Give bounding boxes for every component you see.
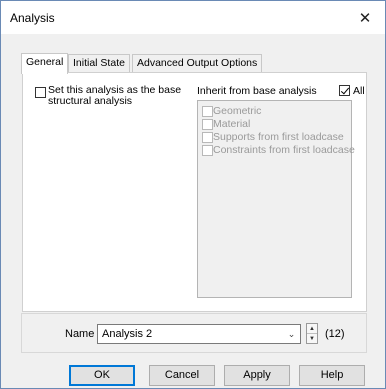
dropdown-arrow[interactable]: ⌄: [283, 325, 300, 343]
constraints-checkbox[interactable]: [202, 145, 213, 156]
inherit-label: Inherit from base analysis: [197, 85, 317, 97]
geometric-label: Geometric: [213, 105, 262, 117]
constraints-label: Constraints from first loadcase: [213, 144, 355, 156]
material-label: Material: [213, 118, 251, 130]
inherit-options-box: Geometric Material Supports from first l…: [197, 100, 355, 298]
all-label: All: [353, 85, 365, 97]
chevron-down-icon: ⌄: [287, 328, 296, 339]
base-analysis-label-line2: structural analysis: [48, 95, 133, 107]
geometric-checkbox[interactable]: [202, 106, 213, 117]
supports-checkbox[interactable]: [202, 132, 213, 143]
tab-advanced-output-options[interactable]: Advanced Output Options: [132, 54, 263, 73]
ok-button[interactable]: OK: [69, 365, 135, 386]
supports-label: Supports from first loadcase: [213, 131, 344, 143]
window-title: Analysis: [10, 11, 55, 25]
apply-button[interactable]: Apply: [224, 365, 290, 386]
all-checkbox[interactable]: [339, 85, 350, 96]
name-input-value[interactable]: Analysis 2: [102, 328, 152, 340]
name-count: (12): [325, 328, 345, 340]
triangle-down-icon: ▼: [309, 336, 315, 342]
spinner-up-button[interactable]: ▲: [307, 324, 317, 334]
title-bar[interactable]: Analysis ✕: [1, 1, 385, 34]
tab-general[interactable]: General: [21, 53, 69, 74]
material-checkbox[interactable]: [202, 119, 213, 130]
spinner-down-button[interactable]: ▼: [307, 334, 317, 344]
name-label: Name: [65, 328, 95, 340]
base-analysis-checkbox[interactable]: [35, 87, 46, 98]
close-icon: ✕: [358, 9, 372, 27]
cancel-button[interactable]: Cancel: [149, 365, 215, 386]
general-panel: Set this analysis as the base structural…: [22, 72, 367, 312]
name-combobox[interactable]: Analysis 2 ⌄: [97, 324, 301, 344]
close-button[interactable]: ✕: [345, 1, 385, 34]
name-spinner[interactable]: ▲ ▼: [306, 323, 318, 344]
triangle-up-icon: ▲: [309, 325, 315, 332]
tab-initial-state[interactable]: Initial State: [68, 54, 130, 73]
help-button[interactable]: Help: [299, 365, 365, 386]
analysis-dialog: Analysis ✕ General Initial State Advance…: [0, 0, 386, 389]
